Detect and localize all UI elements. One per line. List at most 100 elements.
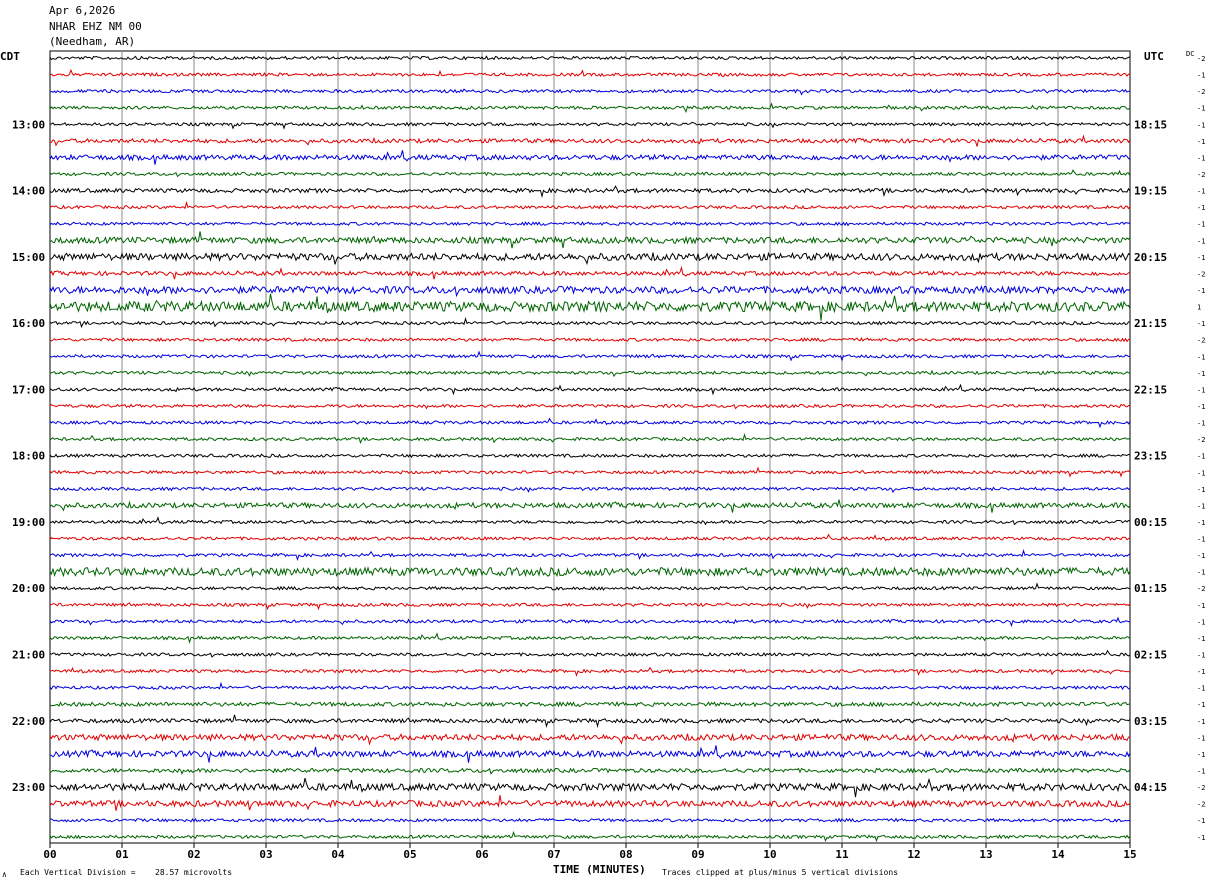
plot-frame <box>49 50 1131 844</box>
trace-line <box>49 88 1131 96</box>
x-axis-title: TIME (MINUTES) <box>553 863 646 876</box>
dc-value: -1 <box>1197 685 1205 693</box>
trace-line <box>49 714 1131 728</box>
x-tick-label: 04 <box>331 848 345 861</box>
right-hour-label: 20:15 <box>1134 251 1167 264</box>
left-hour-label: 23:00 <box>12 781 45 794</box>
trace-line <box>49 221 1131 227</box>
left-hour-label: 18:00 <box>12 450 45 463</box>
left-hour-label: 15:00 <box>12 251 45 264</box>
dc-value: -1 <box>1197 420 1205 428</box>
trace-line <box>49 265 1131 280</box>
left-hour-label: 21:00 <box>12 649 45 662</box>
trace-line <box>49 383 1131 396</box>
vertical-division-value: 28.57 microvolts <box>155 868 233 877</box>
left-hour-label: 20:00 <box>12 582 45 595</box>
dc-value: -1 <box>1197 138 1205 146</box>
x-tick-label: 03 <box>259 848 272 861</box>
x-tick-label: 07 <box>547 848 560 861</box>
trace-line <box>49 284 1131 298</box>
trace-line <box>49 201 1131 210</box>
trace-line <box>49 68 1131 78</box>
x-tick-label: 00 <box>43 848 56 861</box>
dc-value: -1 <box>1197 237 1205 245</box>
trace-line <box>49 666 1131 677</box>
right-hour-label: 23:15 <box>1134 450 1167 463</box>
trace-line <box>49 433 1131 445</box>
dc-value: -1 <box>1197 502 1205 510</box>
corner-mark: ∧ <box>2 870 7 879</box>
dc-value: -1 <box>1197 718 1205 726</box>
trace-line <box>49 732 1131 746</box>
trace-line <box>49 317 1131 329</box>
left-hour-label: 19:00 <box>12 516 45 529</box>
trace-line <box>49 55 1131 61</box>
dc-value: -1 <box>1197 552 1205 560</box>
dc-value: -1 <box>1197 701 1205 709</box>
dc-value: -1 <box>1197 618 1205 626</box>
trace-line <box>49 533 1131 542</box>
dc-value: -2 <box>1197 784 1205 792</box>
trace-line <box>49 681 1131 691</box>
right-hour-label: 00:15 <box>1134 516 1167 529</box>
x-tick-label: 13 <box>979 848 992 861</box>
x-tick-label: 06 <box>475 848 489 861</box>
x-tick-label: 09 <box>691 848 704 861</box>
dc-value: -1 <box>1197 105 1205 113</box>
dc-value: -1 <box>1197 287 1205 295</box>
dc-value: -1 <box>1197 768 1205 776</box>
trace-line <box>49 293 1131 321</box>
trace-line <box>49 777 1130 798</box>
dc-value: -1 <box>1197 320 1205 328</box>
trace-line <box>49 549 1131 561</box>
right-hour-label: 19:15 <box>1134 185 1167 198</box>
trace-line <box>49 582 1131 591</box>
right-hour-label: 04:15 <box>1134 781 1167 794</box>
trace-line <box>50 602 1131 611</box>
dc-value: -2 <box>1197 55 1205 63</box>
x-tick-label: 01 <box>115 848 129 861</box>
x-tick-label: 02 <box>187 848 200 861</box>
trace-line <box>49 102 1131 114</box>
clip-note: Traces clipped at plus/minus 5 vertical … <box>662 868 899 877</box>
trace-line <box>49 566 1131 578</box>
left-hour-label: 16:00 <box>12 317 45 330</box>
trace-line <box>49 516 1131 526</box>
right-hour-label: 22:15 <box>1134 383 1167 396</box>
helicorder-chart: 00 01 02 03 04 05 06 07 08 09 10 11 12 13 14 15 -2 -1 -2 -1… <box>12 50 1205 861</box>
trace-line <box>49 150 1131 165</box>
trace-line <box>49 134 1131 147</box>
dc-value: -1 <box>1197 602 1205 610</box>
left-hour-label: 17:00 <box>12 383 45 396</box>
dc-value: -2 <box>1197 337 1205 345</box>
dc-value: -1 <box>1197 536 1205 544</box>
trace-line <box>49 417 1131 429</box>
dc-value: -1 <box>1197 751 1205 759</box>
trace-line <box>49 616 1131 628</box>
dc-value: -2 <box>1197 585 1205 593</box>
x-tick-label: 14 <box>1051 848 1065 861</box>
x-tick-label: 12 <box>907 848 920 861</box>
right-hour-label: 03:15 <box>1134 715 1167 728</box>
trace-line <box>49 795 1131 811</box>
dc-value: -1 <box>1197 652 1205 660</box>
right-hour-label: 02:15 <box>1134 649 1167 662</box>
right-hour-label: 01:15 <box>1134 582 1167 595</box>
dc-value: -1 <box>1197 734 1205 742</box>
dc-value: -1 <box>1197 817 1205 825</box>
dc-value: -1 <box>1197 386 1205 394</box>
trace-line <box>49 337 1130 343</box>
dc-value: -2 <box>1197 801 1205 809</box>
trace-line <box>49 745 1131 763</box>
left-hour-label: 13:00 <box>12 118 45 131</box>
trace-line <box>49 350 1131 362</box>
trace-line <box>49 649 1131 658</box>
dc-value: -2 <box>1197 270 1205 278</box>
dc-value: -1 <box>1197 486 1205 494</box>
trace-line <box>49 767 1131 775</box>
dc-value: -1 <box>1197 204 1205 212</box>
dc-value: -1 <box>1197 353 1205 361</box>
dc-value: -1 <box>1197 370 1205 378</box>
trace-line <box>49 453 1131 459</box>
left-hour-label: 22:00 <box>12 715 45 728</box>
